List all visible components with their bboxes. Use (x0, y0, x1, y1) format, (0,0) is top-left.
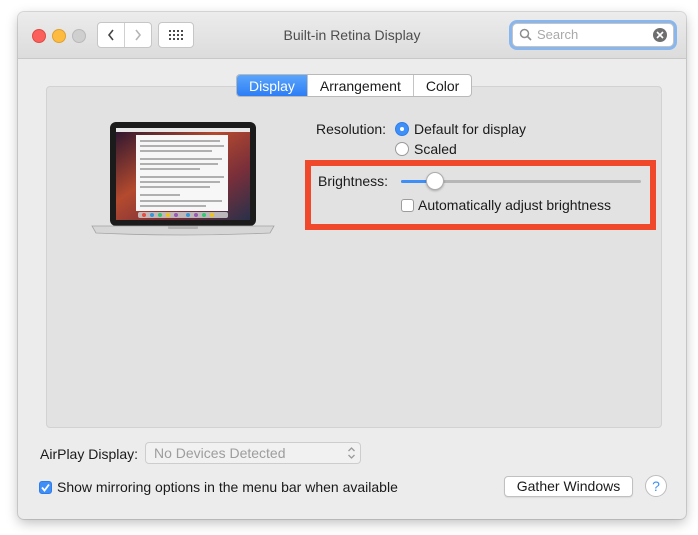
tab-arrangement[interactable]: Arrangement (306, 75, 413, 96)
help-button[interactable]: ? (645, 475, 667, 497)
show-mirroring-checkbox[interactable] (39, 481, 52, 494)
scaled-label[interactable]: Scaled (414, 141, 457, 157)
show-mirroring-label[interactable]: Show mirroring options in the menu bar w… (57, 479, 398, 495)
auto-brightness-checkbox[interactable] (401, 199, 414, 212)
resolution-label: Resolution: (316, 121, 387, 137)
brightness-slider-thumb[interactable] (425, 172, 444, 190)
clear-icon[interactable] (652, 27, 668, 43)
laptop-icon (91, 122, 275, 236)
brightness-highlight-box (305, 160, 656, 230)
search-field[interactable]: Search (512, 23, 674, 47)
airplay-select-value: No Devices Detected (154, 445, 286, 461)
airplay-label: AirPlay Display: (40, 446, 139, 462)
radio-default-for-display[interactable] (395, 122, 409, 136)
checkmark-icon (41, 483, 50, 492)
default-for-display-label[interactable]: Default for display (414, 121, 526, 137)
system-preferences-window: Built-in Retina Display Search Display A… (18, 12, 686, 519)
tab-color[interactable]: Color (412, 75, 471, 96)
gather-windows-button[interactable]: Gather Windows (504, 476, 633, 497)
airplay-select[interactable]: No Devices Detected (145, 442, 361, 464)
search-icon (519, 28, 532, 41)
brightness-label: Brightness: (318, 173, 389, 189)
tab-bar: Display Arrangement Color (236, 74, 473, 97)
tab-display[interactable]: Display (237, 75, 307, 96)
updown-arrows-icon (348, 447, 355, 459)
title-bar: Built-in Retina Display Search (18, 12, 686, 59)
search-placeholder: Search (537, 27, 579, 42)
auto-brightness-label[interactable]: Automatically adjust brightness (418, 197, 611, 213)
radio-scaled[interactable] (395, 142, 409, 156)
